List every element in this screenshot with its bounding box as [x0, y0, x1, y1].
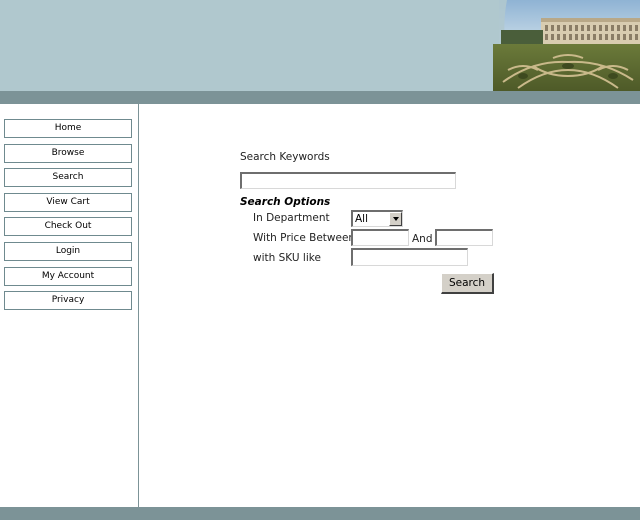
nav-button-search[interactable]: Search: [4, 168, 132, 188]
footer-bar: [0, 507, 640, 520]
chevron-down-icon[interactable]: [389, 212, 402, 226]
department-selected-value: All: [355, 213, 369, 225]
nav-button-home[interactable]: Home: [4, 119, 132, 138]
sku-input[interactable]: [351, 248, 468, 266]
department-select[interactable]: All: [351, 210, 403, 227]
search-options-heading: Search Options: [240, 196, 331, 208]
price-max-input[interactable]: [435, 229, 493, 246]
price-min-input[interactable]: [351, 229, 409, 246]
nav-button-my-account[interactable]: My Account: [4, 266, 132, 286]
nav-button-check-out[interactable]: Check Out: [4, 217, 132, 237]
sidebar-nav: Home Browse Search View Cart Check Out L…: [4, 119, 132, 316]
nav-button-login[interactable]: Login: [4, 241, 132, 261]
price-between-label: With Price Between: [253, 232, 356, 244]
nav-button-privacy[interactable]: Privacy: [4, 291, 132, 311]
price-and-label: And: [412, 233, 433, 245]
nav-button-browse[interactable]: Browse: [4, 143, 132, 163]
search-submit-button[interactable]: Search: [441, 273, 494, 294]
sidebar-divider: [138, 104, 139, 507]
nav-button-view-cart[interactable]: View Cart: [4, 192, 132, 212]
search-keywords-input[interactable]: [240, 172, 456, 189]
department-label: In Department: [253, 212, 330, 224]
header-divider-band: [0, 91, 640, 104]
search-keywords-label: Search Keywords: [240, 151, 330, 163]
banner-image-palace-gardens: [493, 0, 640, 91]
sku-label: with SKU like: [253, 252, 321, 264]
